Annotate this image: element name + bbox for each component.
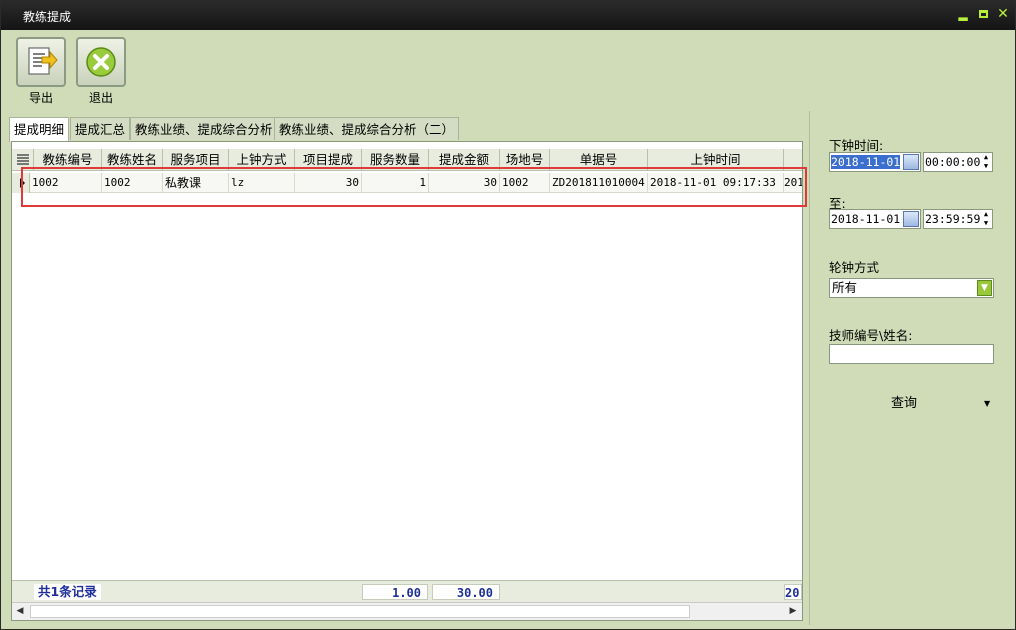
document-arrow-icon xyxy=(16,37,66,87)
rotation-label: 轮钟方式 xyxy=(829,260,880,275)
calendar-icon[interactable] xyxy=(903,211,919,227)
query-label: 查询 xyxy=(891,396,918,411)
maximize-icon xyxy=(978,10,988,18)
filter-panel: 下钟时间: 2018-11-01 00:00:00 ▲ ▼ 至: 2018-11-… xyxy=(809,111,1013,625)
tab-performance-analysis-2[interactable]: 教练业绩、提成综合分析（二） xyxy=(274,117,460,140)
minimize-button[interactable]: ▂ xyxy=(955,6,971,22)
close-button[interactable]: ✕ xyxy=(995,6,1011,22)
end-date-value: 2018-11-01 xyxy=(831,212,901,226)
end-time-value: 23:59:59 xyxy=(925,212,981,226)
rotation-value: 所有 xyxy=(832,280,858,295)
close-circle-icon xyxy=(76,37,126,87)
horizontal-scrollbar[interactable]: ◀ ▶ xyxy=(12,602,802,620)
window-title: 教练提成 xyxy=(23,10,72,24)
exit-label: 退出 xyxy=(88,91,113,105)
maximize-button[interactable] xyxy=(975,6,991,22)
export-button[interactable]: 导出 xyxy=(15,37,67,105)
tab-commission-summary[interactable]: 提成汇总 xyxy=(70,117,131,140)
record-count: 共1条记录 xyxy=(34,584,101,600)
start-date-field[interactable]: 2018-11-01 xyxy=(829,152,921,172)
title-bar: 教练提成 ▂ ✕ xyxy=(1,1,1015,30)
start-time-value: 00:00:00 xyxy=(925,155,981,169)
amount-total: 30.00 xyxy=(432,584,500,600)
tech-label: 技师编号\姓名: xyxy=(829,328,913,343)
tab-performance-analysis[interactable]: 教练业绩、提成综合分析 xyxy=(130,117,278,140)
scroll-right-icon[interactable]: ▶ xyxy=(785,603,801,620)
export-label: 导出 xyxy=(28,91,53,105)
rotation-select[interactable]: 所有 ▼ xyxy=(829,278,994,298)
quantity-total: 1.00 xyxy=(362,584,428,600)
footer-overflow: 20 xyxy=(784,584,802,600)
start-date-value: 2018-11-01 xyxy=(831,155,901,169)
toolbar: 导出 退出 xyxy=(5,31,1011,109)
chevron-down-icon[interactable]: ▼ xyxy=(977,280,992,296)
spinner-icon[interactable]: ▲ ▼ xyxy=(981,210,991,228)
data-grid: 教练编号 教练姓名 服务项目 上钟方式 项目提成 服务数量 提成金额 场地号 单… xyxy=(11,141,803,621)
row-highlight-annotation xyxy=(21,167,807,207)
scroll-thumb[interactable] xyxy=(30,605,690,618)
end-time-field[interactable]: 23:59:59 ▲ ▼ xyxy=(923,209,993,229)
query-button[interactable]: 查询 ▼ xyxy=(880,394,1000,414)
end-date-field[interactable]: 2018-11-01 xyxy=(829,209,921,229)
grid-footer: 共1条记录 1.00 30.00 20 xyxy=(12,580,802,602)
spinner-icon[interactable]: ▲ ▼ xyxy=(981,153,991,171)
dropdown-arrow-icon[interactable]: ▼ xyxy=(984,394,990,414)
content-panel: 提成明细 提成汇总 教练业绩、提成综合分析 教练业绩、提成综合分析（二） 教练编… xyxy=(5,111,807,625)
calendar-icon[interactable] xyxy=(903,154,919,170)
tech-input[interactable] xyxy=(829,344,994,364)
tab-commission-detail[interactable]: 提成明细 xyxy=(9,117,70,142)
main-window: 教练提成 ▂ ✕ 导出 退出 提成明细 提成汇总 教练业绩、提成综合分析 教练业… xyxy=(0,0,1016,630)
start-time-field[interactable]: 00:00:00 ▲ ▼ xyxy=(923,152,993,172)
scroll-left-icon[interactable]: ◀ xyxy=(12,603,28,620)
exit-button[interactable]: 退出 xyxy=(75,37,127,105)
